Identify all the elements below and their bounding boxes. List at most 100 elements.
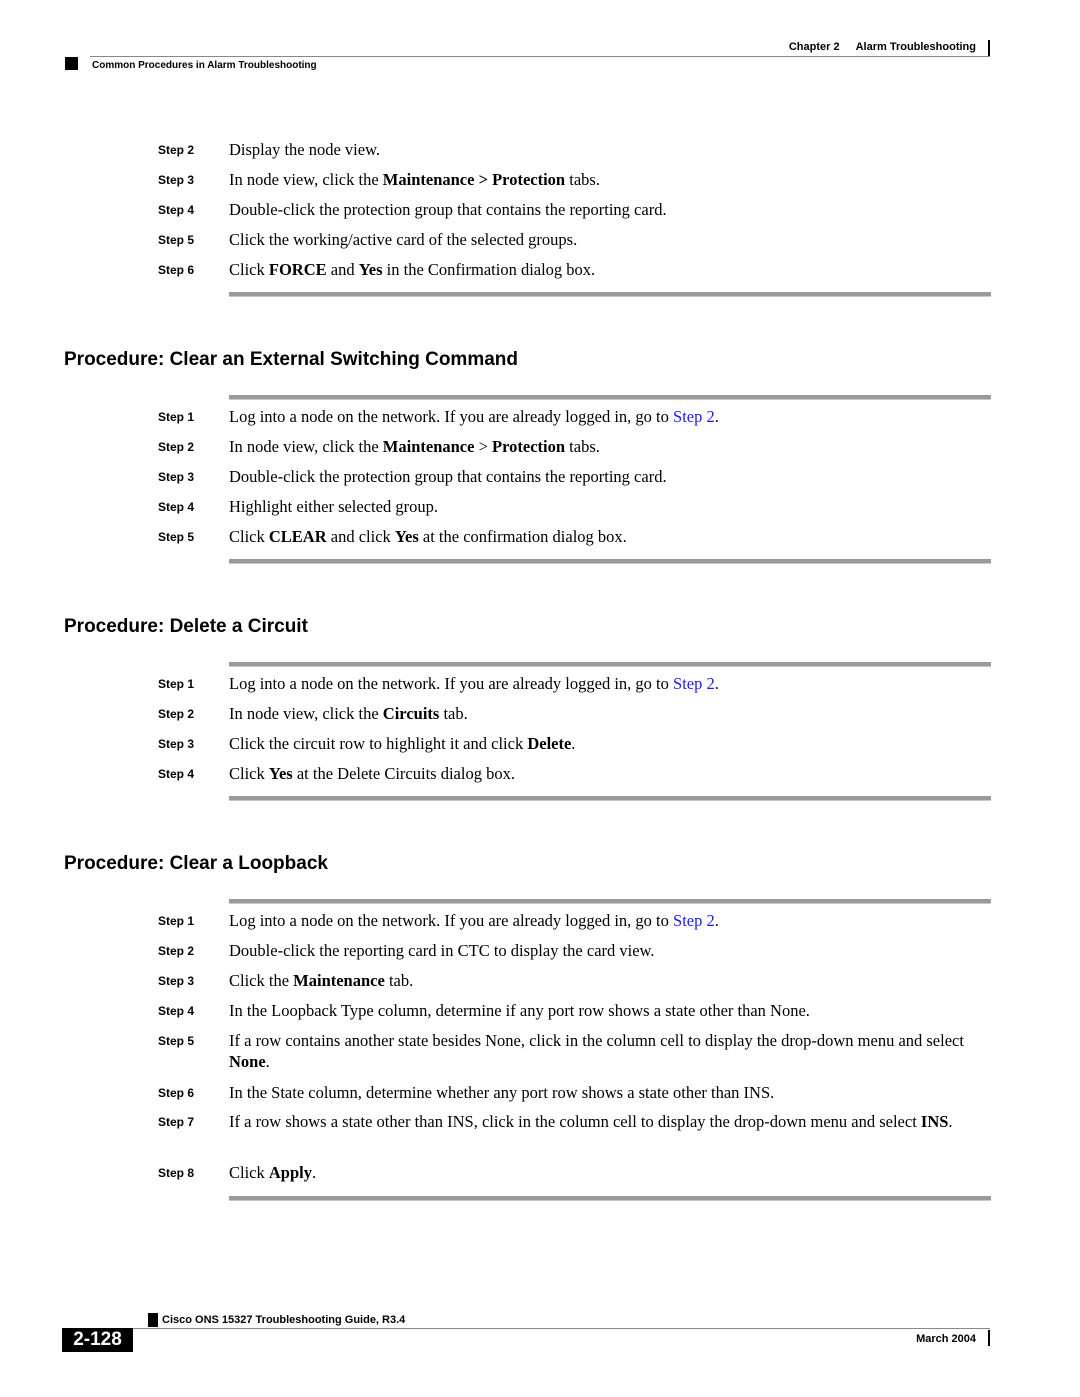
- step-text: Click Yes at the Delete Circuits dialog …: [229, 763, 991, 784]
- step-text-run: Highlight either selected group.: [229, 497, 438, 516]
- step-text: Click the circuit row to highlight it an…: [229, 733, 991, 754]
- footer-square-marker: [148, 1313, 158, 1327]
- step-text: In the Loopback Type column, determine i…: [229, 1000, 991, 1021]
- ui-term: Protection: [492, 437, 566, 456]
- step-label: Step 1: [158, 914, 195, 928]
- step-label: Step 2: [158, 707, 195, 721]
- ui-term: None: [229, 1052, 266, 1071]
- step-text: Log into a node on the network. If you a…: [229, 673, 991, 694]
- ui-term: Yes: [394, 527, 419, 546]
- step-label: Step 6: [158, 263, 195, 277]
- step-text-run: .: [948, 1112, 953, 1131]
- step-text: In node view, click the Maintenance > Pr…: [229, 436, 991, 457]
- ui-term: Apply: [268, 1163, 312, 1182]
- step-text-run: In the Loopback Type column, determine i…: [229, 1001, 810, 1020]
- ui-term: Maintenance: [382, 437, 475, 456]
- step-text: Click FORCE and Yes in the Confirmation …: [229, 259, 991, 280]
- step-text-run: Click: [229, 764, 269, 783]
- page-number: 2-128: [62, 1328, 133, 1352]
- ui-term: Circuits: [382, 704, 440, 723]
- step-text-run: Click the: [229, 971, 294, 990]
- step-cross-reference-link[interactable]: Step 2: [673, 674, 715, 693]
- ui-term: Maintenance > Protection: [382, 170, 566, 189]
- step-text: Log into a node on the network. If you a…: [229, 406, 991, 427]
- step-text: If a row contains another state besides …: [229, 1030, 991, 1072]
- step-label: Step 3: [158, 737, 195, 751]
- step-text-run: Double-click the protection group that c…: [229, 200, 667, 219]
- step-text: Double-click the protection group that c…: [229, 466, 991, 487]
- ui-term: INS: [920, 1112, 949, 1131]
- step-text-run: tabs.: [565, 437, 600, 456]
- procedure-title-clear-loopback: Procedure: Clear a Loopback: [64, 853, 328, 874]
- step-text-run: Double-click the reporting card in CTC t…: [229, 941, 655, 960]
- step-label: Step 5: [158, 530, 195, 544]
- step-text-run: .: [714, 674, 719, 693]
- step-label: Step 8: [158, 1166, 195, 1180]
- step-text-run: .: [714, 911, 719, 930]
- step-text-run: In node view, click the: [229, 704, 383, 723]
- step-label: Step 6: [158, 1086, 195, 1100]
- step-text-run: at the Delete Circuits dialog box.: [292, 764, 515, 783]
- ui-term: Yes: [268, 764, 293, 783]
- step-text-run: .: [311, 1163, 317, 1182]
- step-text: Click Apply.: [229, 1162, 991, 1183]
- step-text-run: .: [265, 1052, 270, 1071]
- step-text: Highlight either selected group.: [229, 496, 991, 517]
- step-text-run: tab.: [439, 704, 468, 723]
- section-rule: [229, 796, 991, 801]
- step-text: In the State column, determine whether a…: [229, 1082, 991, 1103]
- step-label: Step 2: [158, 143, 195, 157]
- ui-term: FORCE: [268, 260, 327, 279]
- step-label: Step 4: [158, 1004, 195, 1018]
- step-text-run: In node view, click the: [229, 437, 383, 456]
- step-text-run: Log into a node on the network. If you a…: [229, 911, 674, 930]
- step-text: If a row shows a state other than INS, c…: [229, 1111, 991, 1132]
- section-rule: [229, 899, 991, 904]
- step-text-run: tab.: [384, 971, 414, 990]
- step-label: Step 5: [158, 1034, 195, 1048]
- chapter-title: Alarm Troubleshooting: [855, 41, 976, 53]
- ui-term: Yes: [358, 260, 383, 279]
- step-text: Log into a node on the network. If you a…: [229, 910, 991, 931]
- chapter-label: Chapter 2: [788, 41, 840, 53]
- step-text-run: If a row shows a state other than INS, c…: [229, 1112, 921, 1131]
- step-text-run: .: [571, 734, 576, 753]
- section-rule: [229, 559, 991, 564]
- step-text: Display the node view.: [229, 139, 991, 160]
- step-text-run: In node view, click the: [229, 170, 383, 189]
- step-text-run: Click: [229, 260, 269, 279]
- running-header-chapter: Chapter 2 Alarm Troubleshooting: [789, 41, 976, 53]
- header-square-marker: [65, 57, 78, 70]
- step-text-run: and: [326, 260, 359, 279]
- step-text: In node view, click the Circuits tab.: [229, 703, 991, 724]
- step-label: Step 4: [158, 767, 195, 781]
- step-text-run: >: [474, 437, 493, 456]
- footer-rule: [133, 1328, 990, 1329]
- step-label: Step 7: [158, 1115, 195, 1129]
- step-label: Step 3: [158, 173, 195, 187]
- step-text: Click CLEAR and click Yes at the confirm…: [229, 526, 991, 547]
- section-rule: [229, 1196, 991, 1201]
- step-cross-reference-link[interactable]: Step 2: [673, 911, 715, 930]
- ui-term: Delete: [527, 734, 572, 753]
- step-text-run: and click: [326, 527, 395, 546]
- header-vertical-bar: [988, 40, 990, 56]
- step-text-run: In the State column, determine whether a…: [229, 1083, 775, 1102]
- header-rule: [90, 56, 990, 57]
- step-text-run: Double-click the protection group that c…: [229, 467, 667, 486]
- step-text: In node view, click the Maintenance > Pr…: [229, 169, 991, 190]
- step-label: Step 2: [158, 944, 195, 958]
- footer-vertical-bar: [988, 1330, 990, 1346]
- step-text-run: tabs.: [565, 170, 600, 189]
- step-text-run: Display the node view.: [229, 140, 381, 159]
- step-text: Click the Maintenance tab.: [229, 970, 991, 991]
- ui-term: CLEAR: [268, 527, 327, 546]
- step-cross-reference-link[interactable]: Step 2: [673, 407, 715, 426]
- step-text-run: Log into a node on the network. If you a…: [229, 407, 674, 426]
- step-text-run: .: [714, 407, 719, 426]
- footer-guide-title: Cisco ONS 15327 Troubleshooting Guide, R…: [162, 1314, 406, 1326]
- step-text-run: in the Confirmation dialog box.: [382, 260, 596, 279]
- step-label: Step 4: [158, 500, 195, 514]
- step-label: Step 3: [158, 974, 195, 988]
- step-label: Step 1: [158, 677, 195, 691]
